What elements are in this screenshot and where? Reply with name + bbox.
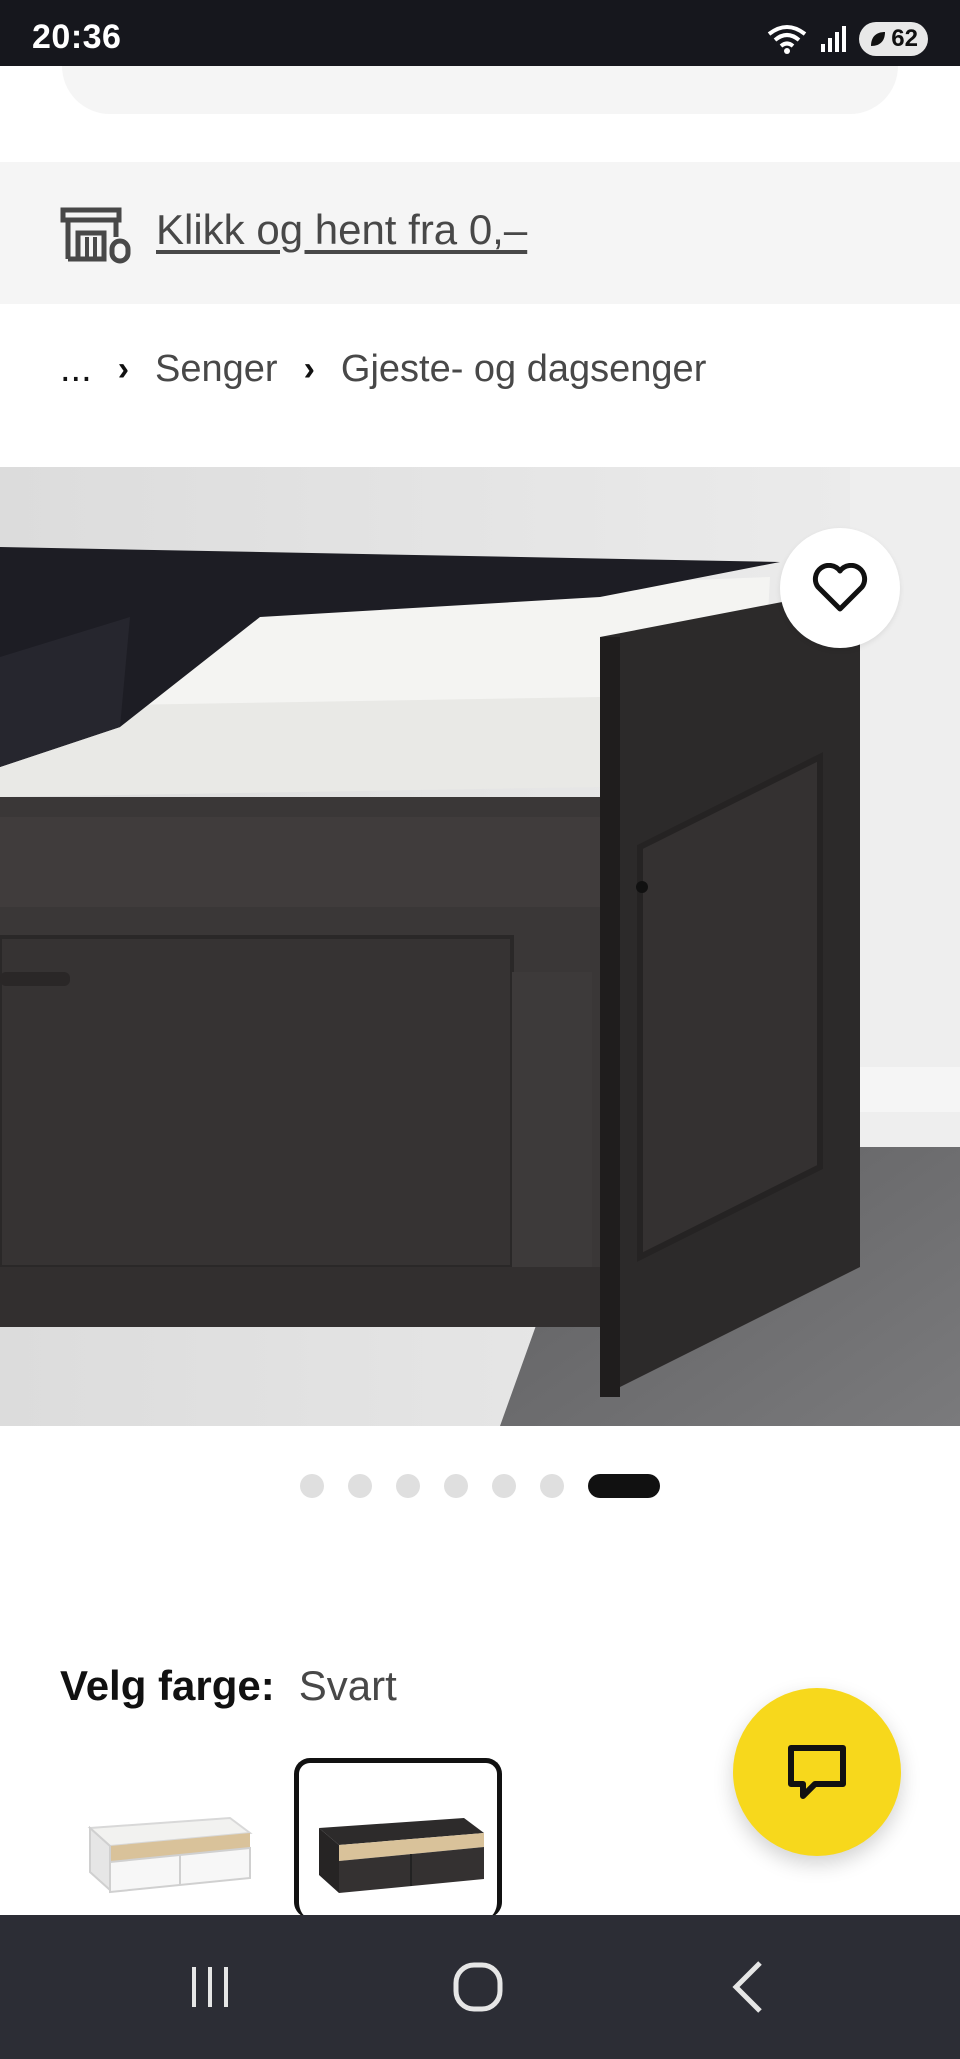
black-daybed-thumbnail bbox=[319, 1818, 484, 1893]
heart-icon bbox=[812, 563, 868, 612]
color-selector-heading: Velg farge: Svart bbox=[60, 1662, 397, 1710]
breadcrumb-item-senger[interactable]: Senger bbox=[155, 348, 278, 391]
carousel-dot[interactable] bbox=[300, 1474, 324, 1498]
carousel-indicator bbox=[0, 1474, 960, 1498]
white-daybed-thumbnail bbox=[87, 1816, 253, 1894]
breadcrumb-ellipsis[interactable]: ... bbox=[60, 348, 92, 391]
color-swatch-white[interactable] bbox=[60, 1758, 268, 1918]
carousel-dot[interactable] bbox=[492, 1474, 516, 1498]
color-swatch-black[interactable] bbox=[294, 1758, 502, 1918]
recent-apps-icon[interactable] bbox=[174, 1951, 246, 2023]
leaf-icon bbox=[871, 32, 886, 46]
carousel-dot[interactable] bbox=[348, 1474, 372, 1498]
back-icon[interactable] bbox=[712, 1951, 784, 2023]
system-nav-bar bbox=[0, 1915, 960, 2059]
wifi-icon bbox=[768, 25, 807, 54]
click-collect-banner[interactable]: Klikk og hent fra 0,– bbox=[0, 162, 960, 304]
carousel-dot[interactable] bbox=[540, 1474, 564, 1498]
battery-icon: 62 bbox=[859, 22, 928, 56]
favorite-button[interactable] bbox=[780, 528, 900, 648]
status-time: 20:36 bbox=[32, 18, 122, 56]
carousel-dot[interactable] bbox=[396, 1474, 420, 1498]
click-collect-link[interactable]: Klikk og hent fra 0,– bbox=[156, 206, 527, 254]
chat-icon bbox=[788, 1745, 846, 1799]
breadcrumb-item-gjeste-og-dagsenger[interactable]: Gjeste- og dagsenger bbox=[341, 348, 706, 391]
search-bar-remnant[interactable] bbox=[62, 66, 898, 114]
battery-level: 62 bbox=[891, 25, 918, 52]
chevron-right-icon: › bbox=[117, 350, 130, 388]
chat-button[interactable] bbox=[733, 1688, 901, 1856]
carousel-dot-active[interactable] bbox=[588, 1474, 660, 1498]
status-icons: 62 bbox=[767, 22, 928, 56]
carousel-dot[interactable] bbox=[444, 1474, 468, 1498]
color-value: Svart bbox=[298, 1662, 397, 1709]
store-icon bbox=[60, 207, 131, 264]
breadcrumb: ... › Senger › Gjeste- og dagsenger bbox=[60, 348, 706, 391]
home-icon[interactable] bbox=[442, 1951, 514, 2023]
color-label: Velg farge: bbox=[60, 1662, 275, 1709]
status-bar: 20:36 62 bbox=[0, 0, 960, 66]
chevron-right-icon: › bbox=[303, 350, 315, 388]
signal-icon bbox=[821, 26, 847, 52]
